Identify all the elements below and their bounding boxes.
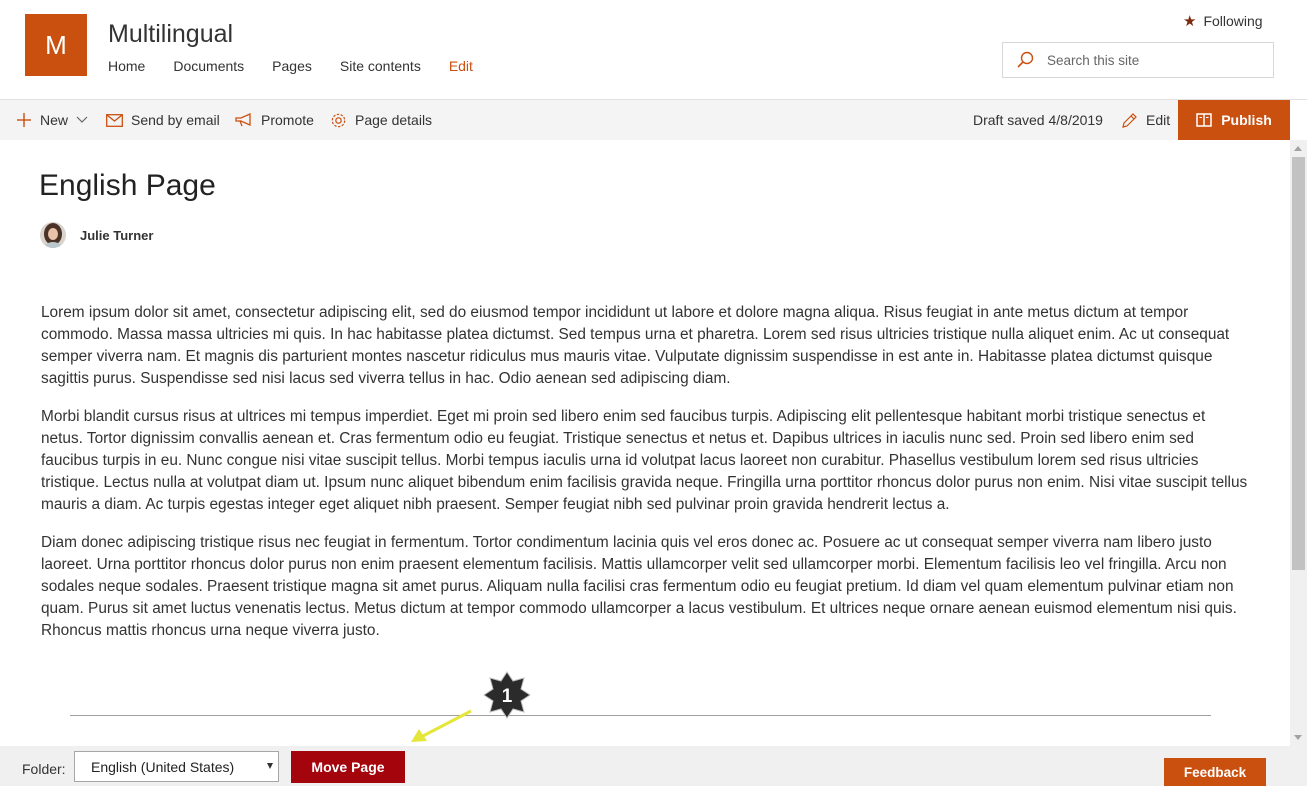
paragraph: Diam donec adipiscing tristique risus ne… bbox=[41, 534, 1237, 639]
plus-icon bbox=[17, 113, 31, 127]
annotation-arrow-icon bbox=[411, 709, 472, 742]
scrollbar-thumb[interactable] bbox=[1292, 157, 1305, 570]
page-details-button[interactable]: Page details bbox=[330, 100, 432, 140]
search-input[interactable] bbox=[1045, 51, 1259, 69]
folder-selected-value: English (United States) bbox=[91, 758, 235, 775]
following-button[interactable]: ★ Following bbox=[1183, 12, 1263, 30]
step-badge-icon: 1 bbox=[483, 671, 531, 719]
folder-dropdown[interactable]: English (United States) bbox=[74, 751, 279, 782]
nav-edit[interactable]: Edit bbox=[449, 58, 473, 74]
promote-button[interactable]: Promote bbox=[235, 100, 314, 140]
section-divider bbox=[70, 715, 1211, 716]
edit-label: Edit bbox=[1146, 112, 1171, 128]
new-button[interactable]: New bbox=[16, 100, 88, 140]
nav-home[interactable]: Home bbox=[108, 58, 145, 74]
avatar[interactable] bbox=[40, 222, 66, 248]
dropdown-arrow-icon bbox=[267, 763, 273, 769]
following-label: Following bbox=[1203, 13, 1263, 29]
site-logo[interactable]: M bbox=[25, 14, 87, 76]
author-name[interactable]: Julie Turner bbox=[80, 228, 153, 243]
draft-status: Draft saved 4/8/2019 bbox=[973, 112, 1103, 128]
promote-label: Promote bbox=[261, 112, 314, 128]
megaphone-icon bbox=[235, 113, 251, 127]
site-header: M Multilingual Home Documents Pages Site… bbox=[0, 0, 1307, 100]
scroll-down-arrow-icon[interactable] bbox=[1294, 735, 1302, 740]
pencil-icon bbox=[1122, 112, 1137, 128]
publish-button[interactable]: Publish bbox=[1178, 100, 1290, 140]
move-page-button[interactable]: Move Page bbox=[291, 751, 405, 783]
search-icon bbox=[1017, 51, 1034, 68]
search-box[interactable] bbox=[1002, 42, 1274, 78]
nav-documents[interactable]: Documents bbox=[173, 58, 244, 74]
nav-pages[interactable]: Pages bbox=[272, 58, 312, 74]
gear-icon bbox=[331, 113, 346, 127]
page-details-label: Page details bbox=[355, 112, 433, 128]
publish-label: Publish bbox=[1221, 112, 1272, 128]
send-by-email-label: Send by email bbox=[131, 112, 220, 128]
step-badge-number: 1 bbox=[502, 686, 513, 707]
feedback-button[interactable]: Feedback bbox=[1164, 758, 1266, 786]
folder-label: Folder: bbox=[22, 761, 66, 777]
paragraph: Morbi blandit cursus risus at ultrices m… bbox=[41, 408, 1248, 513]
mail-icon bbox=[106, 113, 123, 127]
page-title: English Page bbox=[39, 169, 216, 202]
scroll-up-arrow-icon[interactable] bbox=[1294, 146, 1302, 151]
site-title[interactable]: Multilingual bbox=[108, 20, 233, 49]
edit-button[interactable]: Edit bbox=[1121, 100, 1170, 140]
paragraph: Lorem ipsum dolor sit amet, consectetur … bbox=[41, 304, 1230, 387]
new-label: New bbox=[40, 112, 69, 128]
site-navigation: Home Documents Pages Site contents Edit bbox=[108, 58, 501, 74]
page-body: Lorem ipsum dolor sit amet, consectetur … bbox=[41, 302, 1251, 658]
author-byline[interactable]: Julie Turner bbox=[40, 222, 153, 248]
nav-site-contents[interactable]: Site contents bbox=[340, 58, 421, 74]
send-by-email-button[interactable]: Send by email bbox=[106, 100, 220, 140]
star-icon: ★ bbox=[1183, 13, 1197, 30]
book-icon bbox=[1196, 113, 1212, 127]
command-bar: New Send by email Promote Page details D… bbox=[0, 100, 1290, 140]
chevron-down-icon bbox=[76, 116, 88, 123]
